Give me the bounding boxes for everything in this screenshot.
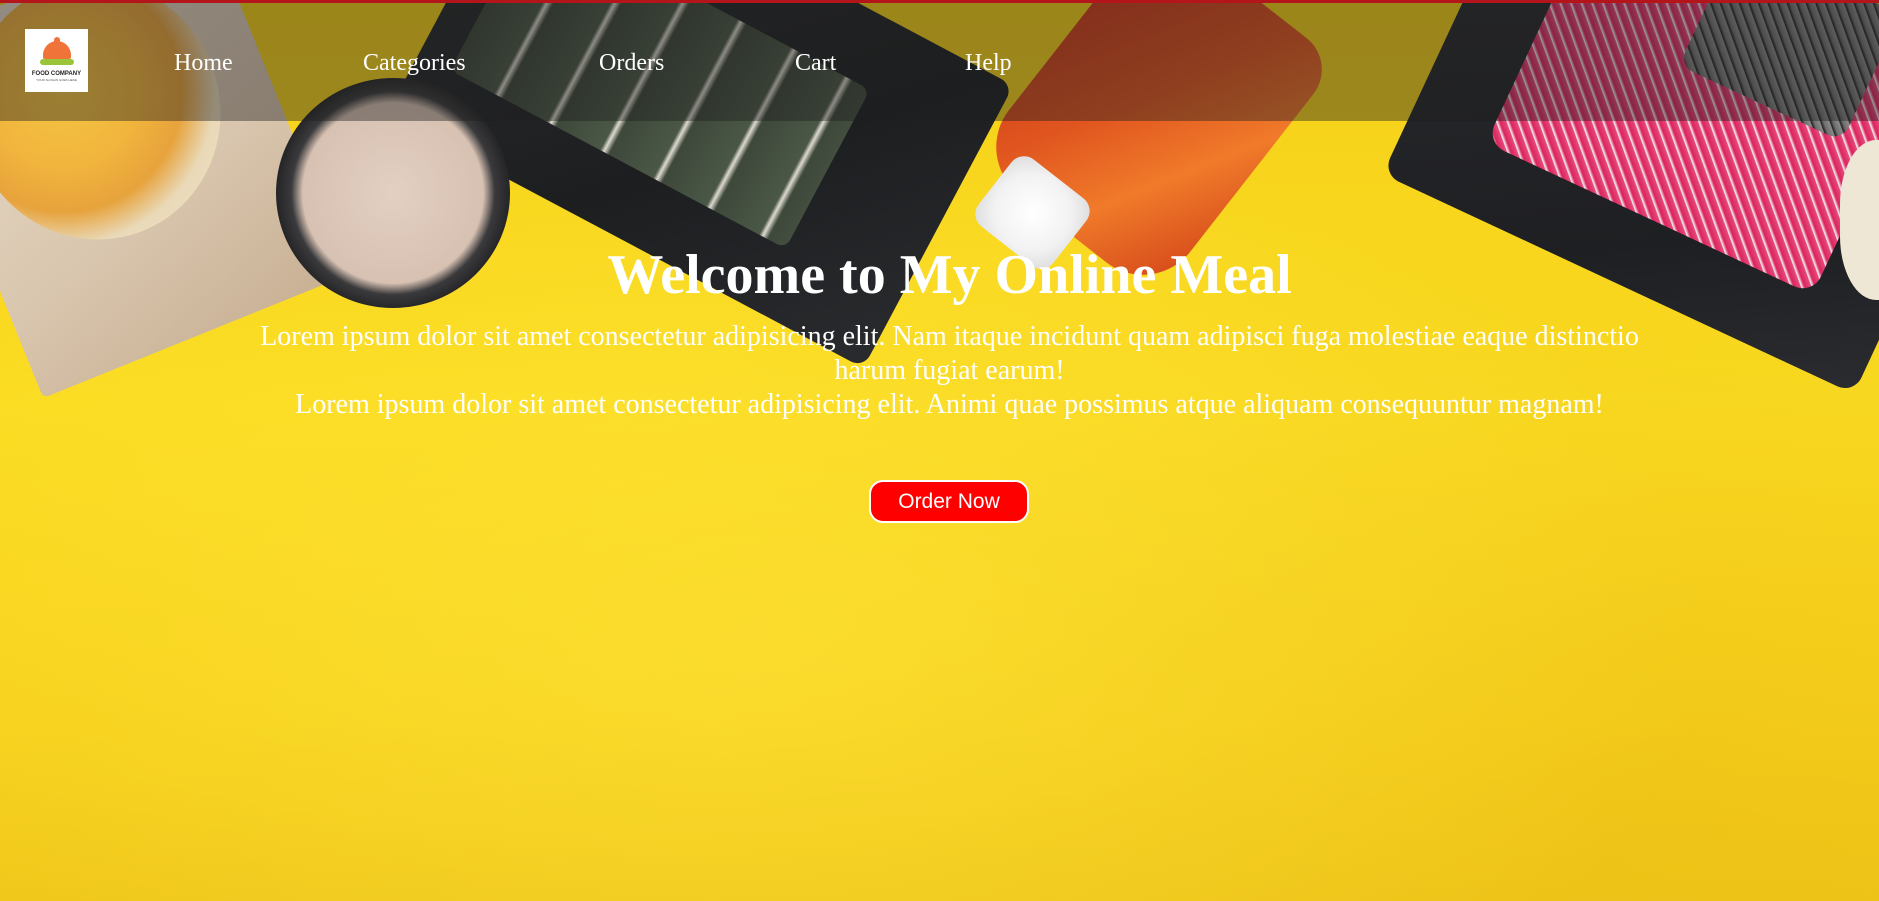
nav-item-categories[interactable]: Categories (363, 48, 466, 78)
nav-item-help[interactable]: Help (965, 48, 1012, 78)
hero-paragraph-1: Lorem ipsum dolor sit amet consectetur a… (260, 321, 1639, 386)
hero-background (0, 0, 1879, 901)
nav-item-home[interactable]: Home (174, 48, 233, 78)
hero-title: Welcome to My Online Meal (607, 244, 1292, 306)
hero-paragraph-2: Lorem ipsum dolor sit amet consectetur a… (295, 389, 1604, 420)
order-now-button[interactable]: Order Now (869, 480, 1029, 523)
logo-subtext: YOUR SLOGAN GOES HERE (36, 78, 77, 82)
nav-item-cart[interactable]: Cart (795, 48, 836, 78)
logo-text: FOOD COMPANY (31, 71, 82, 77)
food-delivery-cloche-icon (39, 37, 74, 69)
hero-description: Lorem ipsum dolor sit amet consectetur a… (260, 320, 1639, 422)
logo[interactable]: FOOD COMPANY YOUR SLOGAN GOES HERE (25, 29, 88, 92)
nav-item-orders[interactable]: Orders (599, 48, 664, 78)
navbar: FOOD COMPANY YOUR SLOGAN GOES HERE Home … (0, 3, 1879, 121)
